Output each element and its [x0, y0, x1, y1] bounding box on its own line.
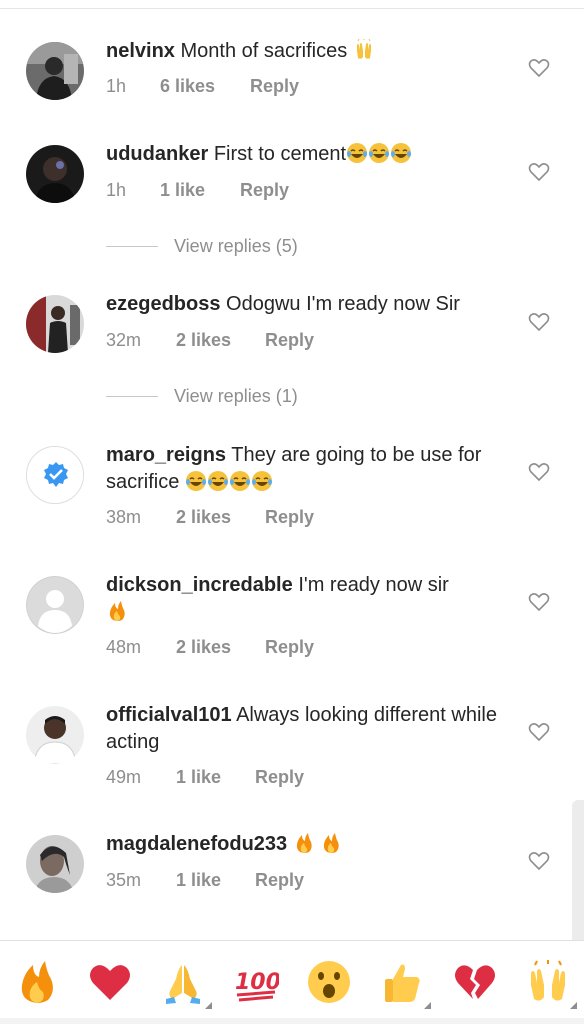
avatar[interactable]: [26, 835, 84, 893]
tears-of-joy-icon: [229, 470, 251, 492]
avatar[interactable]: [26, 706, 84, 764]
fire-icon: [293, 832, 315, 854]
comment-time: 1h: [106, 180, 127, 200]
comment-likes[interactable]: 1 like: [160, 180, 240, 201]
bottom-edge: [0, 1018, 584, 1024]
view-replies-line: [106, 246, 158, 247]
like-heart-icon[interactable]: [528, 162, 550, 182]
astonished-emoji-button[interactable]: [306, 959, 352, 1005]
raising-hands-icon: [531, 960, 565, 1001]
comment-time: 1h: [106, 76, 127, 96]
reply-button[interactable]: Reply: [250, 76, 299, 97]
thumbs-up-icon: [385, 964, 420, 1002]
fire-icon: [21, 961, 53, 1003]
reply-button[interactable]: Reply: [255, 870, 304, 891]
comment-username[interactable]: ududanker: [106, 143, 208, 165]
like-heart-icon[interactable]: [528, 722, 550, 742]
comment-text: Odogwu I'm ready now Sir: [226, 293, 460, 315]
comment-username[interactable]: nelvinx: [106, 40, 175, 62]
quick-emoji-bar: 100: [0, 940, 584, 1024]
comment-text: Month of sacrifices: [180, 40, 348, 62]
astonished-face-icon: [308, 961, 350, 1003]
skin-tone-indicator: [205, 1002, 212, 1009]
fire-icon: [106, 600, 128, 622]
red-heart-icon: [90, 965, 130, 1000]
tears-of-joy-icon: [390, 142, 412, 164]
comment-likes[interactable]: 2 likes: [176, 637, 265, 658]
folded-hands-emoji-button[interactable]: [160, 959, 212, 1009]
comment-list[interactable]: nelvinx Month of sacrifices 1h 6 likes R…: [0, 0, 584, 940]
hundred-emoji-button[interactable]: 100: [233, 959, 279, 1005]
reply-button[interactable]: Reply: [240, 180, 289, 201]
view-replies-line: [106, 396, 158, 397]
default-avatar-icon: [26, 576, 84, 634]
comment-likes[interactable]: 2 likes: [176, 330, 265, 351]
avatar[interactable]: [26, 145, 84, 203]
tears-of-joy-icon: [207, 470, 229, 492]
avatar[interactable]: [26, 446, 84, 504]
raising-hands-icon: [353, 39, 375, 61]
view-replies-label: View replies (5): [174, 236, 298, 256]
view-replies-button[interactable]: View replies (1): [106, 386, 298, 407]
avatar[interactable]: [26, 576, 84, 634]
tears-of-joy-icon: [185, 470, 207, 492]
verified-badge-icon: [27, 447, 83, 503]
comment-likes[interactable]: 1 like: [176, 870, 255, 891]
like-heart-icon[interactable]: [528, 312, 550, 332]
broken-heart-emoji-button[interactable]: [452, 959, 498, 1005]
comment-likes[interactable]: 1 like: [176, 767, 255, 788]
reply-button[interactable]: Reply: [265, 330, 314, 351]
comment-text: I'm ready now sir: [298, 574, 449, 596]
reply-button[interactable]: Reply: [265, 637, 314, 658]
comment-time: 49m: [106, 767, 142, 787]
comment-likes[interactable]: 2 likes: [176, 507, 265, 528]
heart-emoji-button[interactable]: [87, 959, 133, 1005]
view-replies-button[interactable]: View replies (5): [106, 236, 298, 257]
tears-of-joy-icon: [251, 470, 273, 492]
comment-username[interactable]: magdalenefodu233: [106, 833, 287, 855]
like-heart-icon[interactable]: [528, 462, 550, 482]
thumbs-up-emoji-button[interactable]: [379, 959, 431, 1009]
like-heart-icon[interactable]: [528, 851, 550, 871]
comment-username[interactable]: ezegedboss: [106, 293, 220, 315]
tears-of-joy-icon: [368, 142, 390, 164]
hundred-points-icon: 100: [235, 970, 279, 1002]
tears-of-joy-icon: [346, 142, 368, 164]
like-heart-icon[interactable]: [528, 58, 550, 78]
folded-hands-icon: [166, 965, 200, 1004]
comment-time: 32m: [106, 330, 142, 350]
comment-time: 48m: [106, 637, 142, 657]
fire-icon: [320, 832, 342, 854]
like-heart-icon[interactable]: [528, 592, 550, 612]
comment-username[interactable]: maro_reigns: [106, 444, 226, 466]
comment-time: 38m: [106, 507, 142, 527]
broken-heart-icon: [455, 965, 495, 999]
view-replies-label: View replies (1): [174, 386, 298, 406]
reply-button[interactable]: Reply: [265, 507, 314, 528]
raising-hands-emoji-button[interactable]: [525, 959, 577, 1009]
comment-text: First to cement: [213, 143, 347, 165]
skin-tone-indicator: [424, 1002, 431, 1009]
comment-username[interactable]: dickson_incredable: [106, 574, 293, 596]
comment-time: 35m: [106, 870, 142, 890]
fire-emoji-button[interactable]: [14, 959, 60, 1005]
comment-likes[interactable]: 6 likes: [160, 76, 250, 97]
reply-button[interactable]: Reply: [255, 767, 304, 788]
avatar[interactable]: [26, 295, 84, 353]
skin-tone-indicator: [570, 1002, 577, 1009]
comment-username[interactable]: officialval101: [106, 704, 232, 726]
avatar[interactable]: [26, 42, 84, 100]
